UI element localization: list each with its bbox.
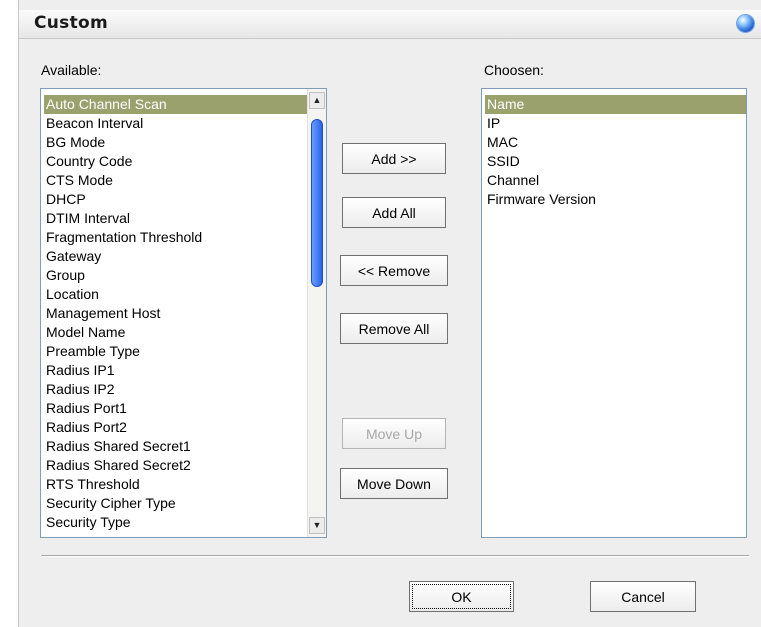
available-scrollbar[interactable]: ▲ ▼ xyxy=(307,89,326,537)
available-list-item[interactable]: CTS Mode xyxy=(44,171,326,190)
chosen-list-item[interactable]: Name xyxy=(485,95,746,114)
available-list-item[interactable]: Radius Shared Secret1 xyxy=(44,437,326,456)
chosen-list-item[interactable]: MAC xyxy=(485,133,746,152)
available-list-item[interactable]: Radius IP2 xyxy=(44,380,326,399)
add-all-button[interactable]: Add All xyxy=(342,197,446,228)
available-list-item[interactable]: BG Mode xyxy=(44,133,326,152)
add-button[interactable]: Add >> xyxy=(342,143,446,174)
available-list-item[interactable]: Radius Shared Secret2 xyxy=(44,456,326,475)
custom-dialog: Custom Available: Choosen: Auto Channel … xyxy=(18,0,761,627)
available-list-item[interactable]: Security Type xyxy=(44,513,326,532)
remove-all-button[interactable]: Remove All xyxy=(340,313,448,344)
scroll-down-button[interactable]: ▼ xyxy=(309,517,325,534)
available-list: Auto Channel Scan Beacon Interval BG Mode C… xyxy=(44,95,326,532)
chosen-list: Name IP MAC SSID Channel Firmware Version xyxy=(485,95,746,209)
available-list-item[interactable]: Beacon Interval xyxy=(44,114,326,133)
chosen-label: Choosen: xyxy=(484,62,544,78)
available-list-item[interactable]: Security Cipher Type xyxy=(44,494,326,513)
chosen-list-item[interactable]: Firmware Version xyxy=(485,190,746,209)
available-list-item[interactable]: Model Name xyxy=(44,323,326,342)
available-list-item[interactable]: Group xyxy=(44,266,326,285)
available-list-item[interactable]: Radius IP1 xyxy=(44,361,326,380)
scroll-thumb[interactable] xyxy=(311,119,323,287)
chosen-list-item[interactable]: SSID xyxy=(485,152,746,171)
available-list-item[interactable]: Radius Port1 xyxy=(44,399,326,418)
available-list-item[interactable]: Location xyxy=(44,285,326,304)
remove-button[interactable]: << Remove xyxy=(340,255,448,286)
scroll-up-button[interactable]: ▲ xyxy=(309,92,325,109)
arrow-down-icon: ▼ xyxy=(312,520,322,530)
available-label: Available: xyxy=(41,62,102,78)
available-list-item[interactable]: Gateway xyxy=(44,247,326,266)
chosen-list-item[interactable]: IP xyxy=(485,114,746,133)
dialog-title: Custom xyxy=(34,13,109,33)
title-bar: Custom xyxy=(19,10,761,39)
available-list-item[interactable]: Management Host xyxy=(44,304,326,323)
cancel-button[interactable]: Cancel xyxy=(590,581,696,612)
available-list-item[interactable]: Preamble Type xyxy=(44,342,326,361)
separator xyxy=(41,555,749,557)
available-list-item[interactable]: Fragmentation Threshold xyxy=(44,228,326,247)
available-listbox[interactable]: Auto Channel Scan Beacon Interval BG Mode C… xyxy=(40,88,327,538)
available-list-item[interactable]: DTIM Interval xyxy=(44,209,326,228)
available-list-item[interactable]: DHCP xyxy=(44,190,326,209)
move-down-button[interactable]: Move Down xyxy=(340,468,448,499)
chosen-listbox[interactable]: Name IP MAC SSID Channel Firmware Version xyxy=(481,88,747,538)
available-list-item[interactable]: Auto Channel Scan xyxy=(44,95,326,114)
globe-icon xyxy=(737,15,754,32)
chosen-list-item[interactable]: Channel xyxy=(485,171,746,190)
move-up-button[interactable]: Move Up xyxy=(342,418,446,449)
available-list-item[interactable]: RTS Threshold xyxy=(44,475,326,494)
ok-button[interactable]: OK xyxy=(409,581,514,612)
available-list-item[interactable]: Country Code xyxy=(44,152,326,171)
arrow-up-icon: ▲ xyxy=(312,95,322,105)
available-list-item[interactable]: Radius Port2 xyxy=(44,418,326,437)
